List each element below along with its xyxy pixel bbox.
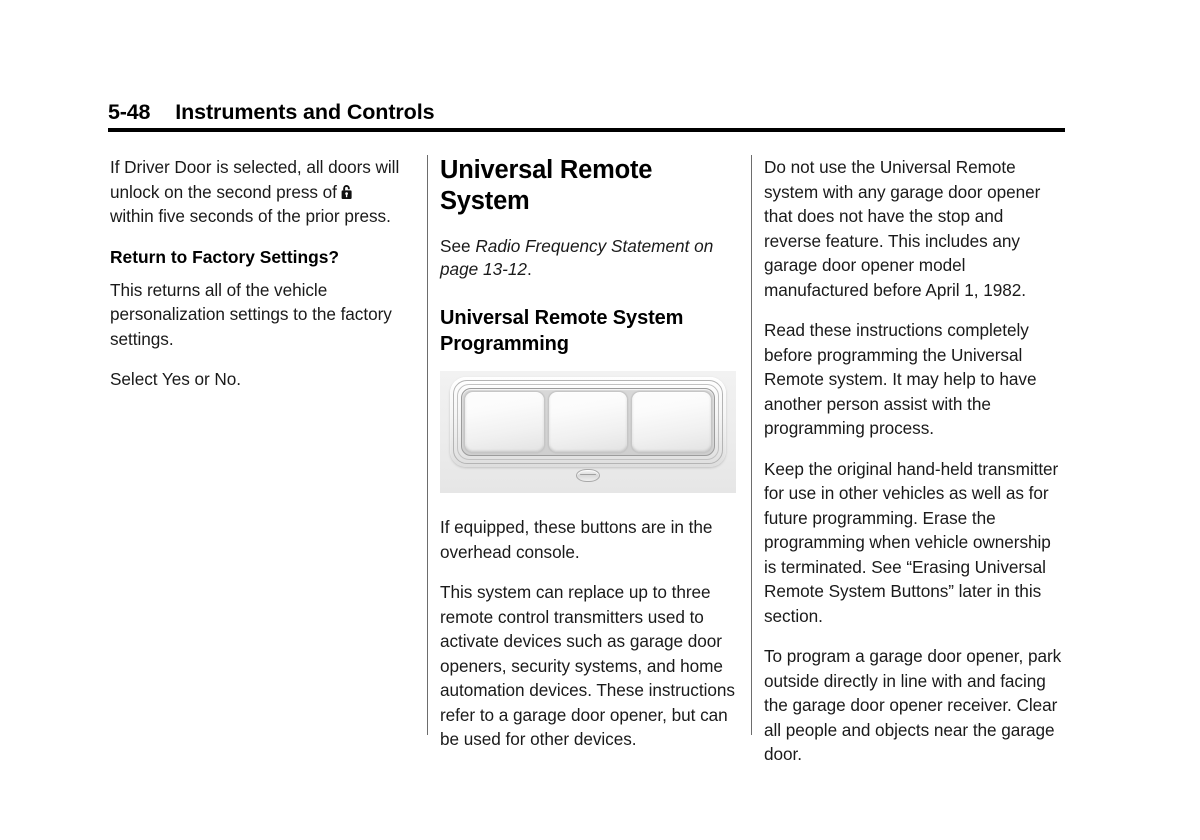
page-header: 5-48 Instruments and Controls (108, 100, 1065, 132)
page-title: Instruments and Controls (175, 100, 435, 124)
column-left: If Driver Door is selected, all doors wi… (110, 155, 400, 408)
section-heading-universal-remote-system: Universal Remote System (440, 156, 653, 215)
remote-button-2[interactable] (547, 391, 629, 453)
column-divider-left (427, 155, 428, 735)
middle-paragraph-system-description: This system can replace up to three remo… (440, 582, 735, 749)
right-paragraph-read-instructions: Read these instructions completely befor… (764, 320, 1037, 438)
left-paragraph-unlock: If Driver Door is selected, all doors wi… (110, 155, 400, 229)
page-number: 5-48 (108, 100, 151, 124)
remote-button-row (464, 391, 713, 453)
header-row: 5-48 Instruments and Controls (108, 100, 1065, 126)
column-middle: Universal Remote System See Radio Freque… (440, 155, 737, 768)
right-paragraph-stop-reverse-warning: Do not use the Universal Remote system w… (764, 157, 1041, 300)
console-bezel (450, 377, 726, 467)
left-paragraph-unlock-part-b: within five seconds of the prior press. (110, 206, 391, 226)
header-rule (108, 128, 1065, 132)
figure-overhead-console-buttons (440, 371, 736, 493)
led-indicator-icon (576, 469, 600, 482)
right-paragraph-keep-transmitter: Keep the original hand-held transmitter … (764, 458, 1059, 626)
cross-reference-radio-frequency-statement: See Radio Frequency Statement on page 13… (440, 235, 737, 280)
left-heading-return-to-factory-settings: Return to Factory Settings? (110, 246, 339, 267)
left-paragraph-factory-reset: This returns all of the vehicle personal… (110, 279, 392, 349)
remote-button-3[interactable] (631, 391, 713, 453)
right-paragraph-program-opener: To program a garage door opener, park ou… (764, 646, 1062, 764)
left-paragraph-unlock-part-a: If Driver Door is selected, all doors wi… (110, 157, 400, 202)
xref-prefix: See (440, 236, 476, 256)
remote-button-1[interactable] (464, 391, 545, 453)
padlock-unlock-icon (339, 184, 354, 201)
column-right: Do not use the Universal Remote system w… (764, 155, 1064, 783)
left-paragraph-select-yes-no: Select Yes or No. (110, 369, 242, 389)
section-heading-universal-remote-system-programming: Universal Remote System Programming (440, 307, 684, 355)
column-divider-right (751, 155, 752, 735)
xref-suffix: . (526, 258, 532, 279)
xref-italic-title: Radio Frequency Statement on page 13-12 (440, 236, 714, 279)
content-columns: If Driver Door is selected, all doors wi… (0, 155, 1200, 764)
middle-paragraph-overhead-console: If equipped, these buttons are in the ov… (440, 517, 713, 562)
